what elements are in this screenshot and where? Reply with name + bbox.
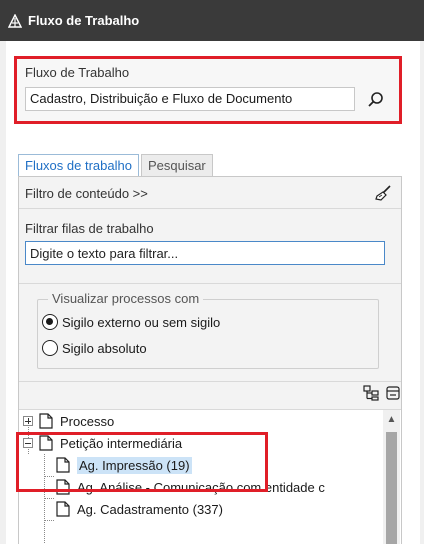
document-icon — [56, 501, 70, 517]
tree-item-label-selected: Ag. Impressão (19) — [77, 456, 192, 474]
document-icon — [56, 479, 70, 495]
tree-item-peticao-intermediaria[interactable]: Petição intermediária — [23, 432, 182, 454]
radio-button-checked[interactable] — [42, 314, 58, 330]
tab-workflows[interactable]: Fluxos de trabalho — [18, 154, 139, 177]
radio-external-secrecy[interactable]: Sigilo externo ou sem sigilo — [42, 314, 220, 330]
left-border — [0, 41, 6, 544]
tree-toolbar — [363, 385, 401, 401]
right-border — [420, 41, 424, 544]
window-title: Fluxo de Trabalho — [28, 13, 140, 28]
tree-item-label: Ag. Cadastramento (337) — [77, 501, 223, 517]
divider — [19, 381, 401, 382]
radio-absolute-secrecy[interactable]: Sigilo absoluto — [42, 340, 147, 356]
content-filter-toggle[interactable]: Filtro de conteúdo >> — [25, 186, 148, 201]
tree-item-label: Ag. Análise - Comunicação com entidade c — [77, 479, 325, 495]
queue-filter-label: Filtrar filas de trabalho — [25, 221, 154, 236]
visibility-legend: Visualizar processos com — [48, 291, 204, 306]
workflow-app-icon — [8, 13, 22, 28]
scroll-up-icon[interactable]: ▲ — [385, 413, 398, 427]
tree-item-label: Petição intermediária — [60, 435, 183, 451]
tab-search[interactable]: Pesquisar — [140, 154, 213, 176]
tree-line — [44, 476, 54, 477]
tree-item-ag-cadastramento[interactable]: Ag. Cadastramento (337) — [56, 498, 223, 520]
window-titlebar: Fluxo de Trabalho — [0, 0, 424, 41]
broom-clear-icon[interactable] — [375, 185, 391, 201]
document-icon — [39, 435, 53, 451]
collapse-minus-icon[interactable] — [23, 438, 33, 448]
workflow-tree: Processo Petição intermediária Ag. Impre… — [19, 409, 401, 544]
tree-scrollbar[interactable]: ▲ — [383, 410, 400, 544]
document-icon — [56, 457, 70, 473]
radio-label: Sigilo absoluto — [62, 340, 147, 356]
tree-item-ag-impressao[interactable]: Ag. Impressão (19) — [56, 454, 192, 476]
queue-filter-input[interactable] — [25, 241, 385, 265]
document-icon — [39, 413, 53, 429]
tree-item-processo[interactable]: Processo — [23, 410, 114, 432]
visibility-group: Visualizar processos com Sigilo externo … — [37, 291, 379, 369]
tree-line — [44, 498, 54, 499]
workflow-field[interactable]: Cadastro, Distribuição e Fluxo de Docume… — [25, 87, 355, 111]
tree-line — [44, 454, 45, 544]
tab-strip: Fluxos de trabalho Pesquisar — [18, 154, 215, 177]
radio-button[interactable] — [42, 340, 58, 356]
tree-line — [44, 520, 54, 521]
tree-item-label: Processo — [60, 413, 115, 429]
expand-plus-icon[interactable] — [23, 416, 33, 426]
collapse-tree-icon[interactable] — [385, 385, 401, 401]
expand-tree-icon[interactable] — [363, 385, 379, 401]
workflows-panel: Filtro de conteúdo >> Filtrar filas de t… — [18, 176, 402, 544]
content-filter-header[interactable]: Filtro de conteúdo >> — [19, 177, 401, 209]
scroll-thumb[interactable] — [386, 432, 397, 544]
tree-item-ag-analise[interactable]: Ag. Análise - Comunicação com entidade c — [56, 476, 325, 498]
workflow-label: Fluxo de Trabalho — [25, 65, 130, 80]
search-icon[interactable] — [365, 89, 387, 111]
workflow-selector: Fluxo de Trabalho Cadastro, Distribuição… — [14, 56, 402, 124]
divider — [19, 283, 401, 284]
radio-label: Sigilo externo ou sem sigilo — [62, 314, 221, 330]
